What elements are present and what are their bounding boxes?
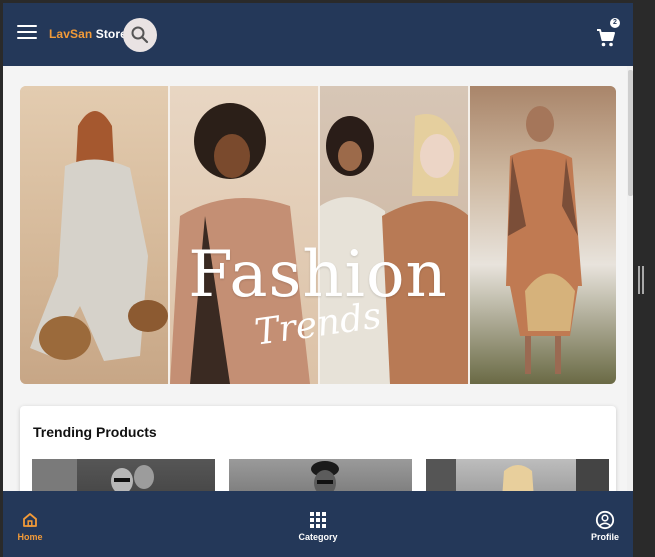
nav-profile[interactable]: Profile	[583, 491, 627, 557]
nav-home[interactable]: Home	[7, 491, 53, 557]
hero-banner[interactable]: Fashion Trends	[20, 86, 616, 384]
nav-home-label: Home	[17, 532, 43, 542]
resize-handle[interactable]	[638, 266, 646, 294]
scrollbar-thumb[interactable]	[628, 70, 633, 196]
search-button[interactable]	[123, 18, 157, 52]
cart-button[interactable]	[595, 27, 617, 49]
nav-profile-label: Profile	[590, 532, 619, 542]
window-frame: LavSan Store 2 Fashion Trends Trending P…	[0, 0, 655, 557]
section-title: Trending Products	[33, 424, 157, 440]
hamburger-menu-icon[interactable]	[17, 25, 37, 41]
bottom-navigation: Home Category Profile	[3, 491, 633, 557]
banner-model-image-4	[470, 86, 616, 384]
brand-logo[interactable]: LavSan Store	[49, 27, 127, 41]
account-circle-icon	[595, 510, 615, 530]
nav-category-label: Category	[298, 532, 338, 542]
shopping-cart-icon	[597, 29, 615, 47]
grid-apps-icon	[310, 512, 326, 528]
cart-count-badge: 2	[610, 18, 620, 28]
search-icon	[131, 26, 149, 44]
home-icon	[23, 513, 37, 527]
nav-category[interactable]: Category	[291, 491, 345, 557]
top-app-bar: LavSan Store 2	[3, 3, 633, 66]
brand-name-part1: LavSan	[49, 27, 93, 41]
app-viewport: LavSan Store 2 Fashion Trends Trending P…	[3, 3, 633, 557]
